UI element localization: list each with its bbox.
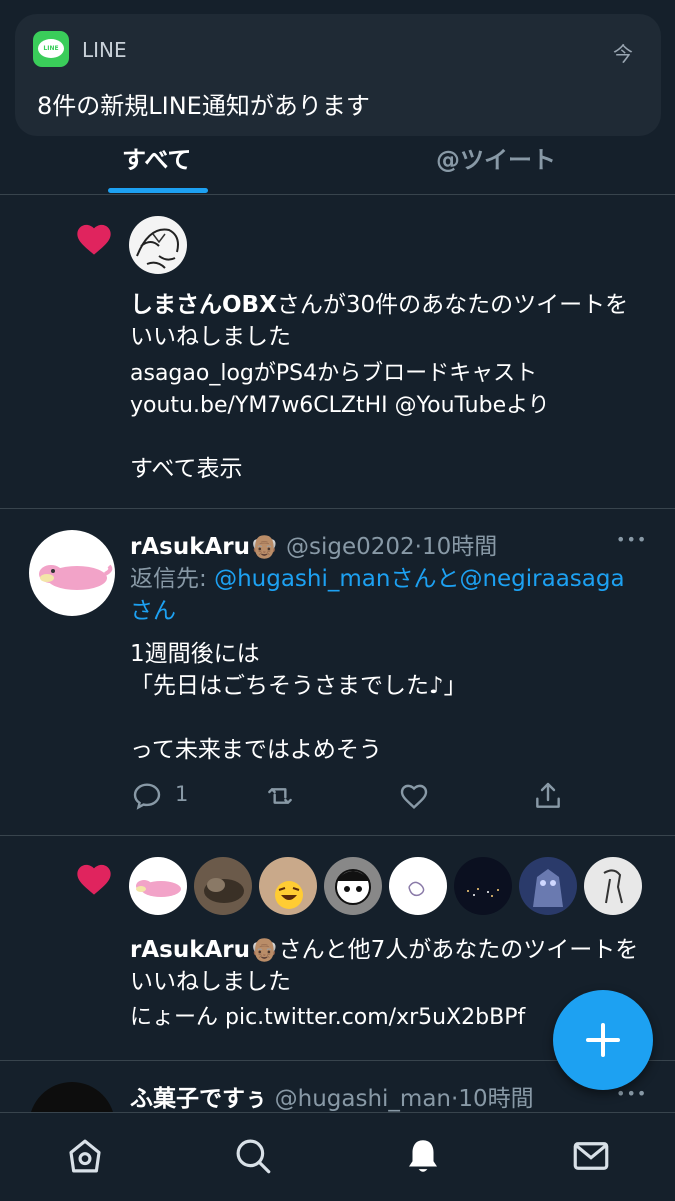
cat-avatar-image xyxy=(204,878,244,903)
tweet-author-handle[interactable]: @sige0202 xyxy=(286,534,415,560)
active-tab-indicator xyxy=(108,188,208,193)
manga-avatar-image xyxy=(136,228,179,269)
reply-label: 返信先: xyxy=(130,566,215,592)
reply-icon[interactable] xyxy=(131,780,163,812)
notification-message: 8件の新規LINE通知があります xyxy=(37,92,370,120)
avatar[interactable] xyxy=(29,530,115,616)
avatar[interactable] xyxy=(259,857,317,915)
retweet-icon[interactable] xyxy=(264,780,296,812)
compose-icon xyxy=(586,1023,620,1057)
tweet-preview[interactable]: asagao_logがPS4からブロードキャスト youtu.be/YM7w6C… xyxy=(130,358,650,422)
reply-user-link[interactable]: @hugashi_man xyxy=(214,566,390,592)
tweet-preview[interactable]: にょーん pic.twitter.com/xr5uX2bBPf xyxy=(130,1002,560,1034)
reply-user-link[interactable]: @negiraasaga xyxy=(459,566,624,592)
notifications-icon[interactable] xyxy=(402,1135,444,1177)
tabs-divider xyxy=(0,194,675,195)
show-all-link[interactable]: すべて表示 xyxy=(130,453,242,485)
tweet-header: ふ菓子ですぅ @hugashi_man·10時間 xyxy=(130,1079,534,1113)
notification-time: 今 xyxy=(613,42,633,66)
tweet-author-name[interactable]: rAsukAru👴🏽 xyxy=(130,534,279,560)
search-icon[interactable] xyxy=(232,1135,274,1177)
avatar[interactable] xyxy=(389,857,447,915)
tweet-line: って未来まではよめそう xyxy=(130,737,382,763)
separator-dot: · xyxy=(414,534,422,560)
tweet-time: 10時間 xyxy=(458,1086,534,1112)
like-text: さんが30件のあなたのツイートを xyxy=(276,292,629,318)
avatar[interactable] xyxy=(129,216,187,274)
avatar[interactable] xyxy=(324,857,382,915)
tab-mentions[interactable]: @ツイート xyxy=(436,140,556,175)
line-notification-banner[interactable]: LINE LINE 今 8件の新規LINE通知があります xyxy=(15,14,661,136)
line-logo-text: LINE xyxy=(38,39,64,58)
like-icon[interactable] xyxy=(398,780,430,812)
tweet-body: 1週間後には 「先日はごちそうさまでした♪」 って未来まではよめそう xyxy=(130,638,650,766)
share-icon[interactable] xyxy=(532,780,564,812)
avatar[interactable] xyxy=(454,857,512,915)
sketch-avatar-image xyxy=(603,869,623,904)
cartoon-face-avatar-image xyxy=(335,869,371,905)
tweet-preview-line2: youtu.be/YM7w6CLZtHI @YouTubeより xyxy=(130,393,550,418)
laughing-emoji-avatar-image xyxy=(275,881,303,909)
tweet-time: 10時間 xyxy=(421,534,498,560)
slowpoke-avatar-image xyxy=(39,564,113,590)
reply-count: 1 xyxy=(175,782,189,806)
like-text-line2: いいねしました xyxy=(130,969,291,995)
tweet-author-handle[interactable]: @hugashi_man xyxy=(275,1086,451,1112)
like-notification-text: rAsukAru👴🏽さんと他7人があなたのツイートを いいねしました xyxy=(130,934,650,998)
line-app-icon: LINE xyxy=(33,31,69,67)
reply-suffix: さん xyxy=(130,598,176,624)
more-options-icon[interactable]: ••• xyxy=(616,530,647,549)
tweet-line: 1週間後には xyxy=(130,641,260,667)
avatar[interactable] xyxy=(194,857,252,915)
liker-name[interactable]: しまさんOBX xyxy=(130,292,277,318)
like-text-line2: いいねしました xyxy=(130,324,291,350)
bottom-navigation-bar xyxy=(0,1112,675,1201)
heart-icon xyxy=(77,864,111,895)
home-icon[interactable] xyxy=(64,1135,106,1177)
tweet-line: 「先日はごちそうさまでした♪」 xyxy=(130,673,467,699)
liker-name[interactable]: rAsukAru👴🏽 xyxy=(130,937,279,963)
tab-all[interactable]: すべて xyxy=(122,140,191,175)
avatar[interactable] xyxy=(584,857,642,915)
reply-context: 返信先: @hugashi_manさんと@negiraasaga さん xyxy=(130,563,650,627)
item-divider xyxy=(0,508,675,509)
heart-icon xyxy=(77,224,111,255)
avatar[interactable] xyxy=(519,857,577,915)
messages-icon[interactable] xyxy=(570,1135,612,1177)
tweet-preview-line1: asagao_logがPS4からブロードキャスト xyxy=(130,361,538,386)
slowpoke-avatar-image xyxy=(136,880,181,897)
tweet-author-name[interactable]: ふ菓子ですぅ xyxy=(130,1086,267,1112)
night-view-avatar-image xyxy=(467,888,499,897)
avatar[interactable] xyxy=(129,857,187,915)
compose-tweet-button[interactable] xyxy=(553,990,653,1090)
robot-avatar-image xyxy=(533,869,563,907)
like-notification-text: しまさんOBXさんが30件のあなたのツイートを いいねしました xyxy=(130,289,650,353)
doodle-avatar-image xyxy=(408,881,425,897)
notification-app-name: LINE xyxy=(82,38,127,62)
item-divider xyxy=(0,835,675,836)
reply-connector: さんと xyxy=(390,566,460,592)
like-text: さんと他7人があなたのツイートを xyxy=(278,937,639,963)
tweet-header: rAsukAru👴🏽 @sige0202·10時間 xyxy=(130,527,497,561)
